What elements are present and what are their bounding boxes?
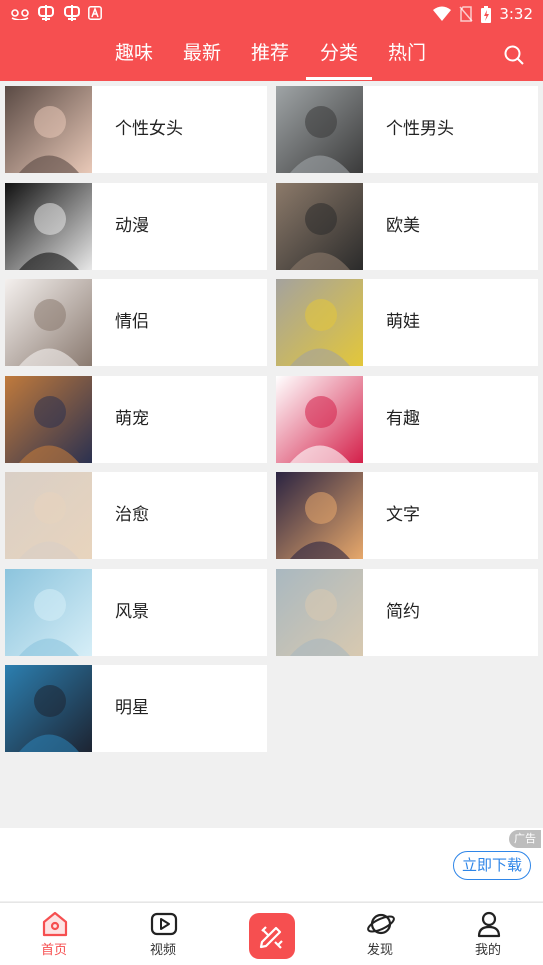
notification-a-icon — [88, 6, 102, 20]
category-card[interactable]: 个性女头 — [5, 86, 267, 173]
category-label: 欧美 — [386, 216, 420, 236]
category-label: 动漫 — [115, 216, 149, 236]
bottom-nav-home[interactable]: 首页 — [14, 903, 94, 965]
category-label: 有趣 — [386, 409, 420, 429]
category-card[interactable]: 欧美 — [276, 183, 538, 270]
wifi-icon — [433, 6, 452, 21]
bottom-nav-label: 视频 — [149, 943, 176, 958]
category-thumbnail — [276, 376, 363, 463]
category-label: 风景 — [115, 602, 149, 622]
battery-icon — [481, 5, 492, 23]
edit-icon — [259, 926, 283, 949]
no-sim-icon — [459, 6, 473, 22]
bottom-nav-label: 首页 — [40, 943, 67, 958]
category-thumbnail — [276, 183, 363, 270]
category-label: 简约 — [386, 602, 420, 622]
category-card[interactable]: 文字 — [276, 472, 538, 559]
bottom-nav-mine[interactable]: 我的 — [448, 903, 528, 965]
category-label: 萌宠 — [115, 409, 149, 429]
bottom-nav-discover[interactable]: 发现 — [340, 903, 420, 965]
status-bar: 3:32 — [0, 0, 543, 28]
category-thumbnail — [276, 86, 363, 173]
planet-icon — [367, 913, 395, 935]
status-time: 3:32 — [499, 5, 533, 23]
app-notification-icon — [11, 9, 29, 20]
bottom-nav-label: 我的 — [474, 943, 501, 958]
category-label: 文字 — [386, 505, 420, 525]
status-right: 3:32 — [433, 4, 533, 24]
category-card[interactable]: 明星 — [5, 665, 267, 752]
notification-bug-icon — [38, 5, 54, 21]
tab-hot[interactable]: 热门 — [388, 40, 426, 66]
create-button[interactable] — [249, 913, 295, 959]
user-icon — [477, 911, 501, 938]
category-label: 情侣 — [115, 312, 149, 332]
category-card[interactable]: 风景 — [5, 569, 267, 656]
category-card[interactable]: 简约 — [276, 569, 538, 656]
category-card[interactable]: 动漫 — [5, 183, 267, 270]
category-card[interactable]: 个性男头 — [276, 86, 538, 173]
notification-bug-icon — [64, 5, 80, 21]
ad-banner: 广告 立即下载 — [0, 828, 543, 901]
category-thumbnail — [5, 279, 92, 366]
category-card[interactable]: 情侣 — [5, 279, 267, 366]
category-thumbnail — [5, 86, 92, 173]
bottom-nav-label: 发现 — [366, 943, 393, 958]
tab-recommend[interactable]: 推荐 — [251, 40, 289, 66]
category-label: 治愈 — [115, 505, 149, 525]
category-label: 个性女头 — [115, 119, 183, 139]
category-thumbnail — [5, 665, 92, 752]
category-card[interactable]: 治愈 — [5, 472, 267, 559]
category-thumbnail — [5, 376, 92, 463]
category-label: 明星 — [115, 698, 149, 718]
category-thumbnail — [276, 472, 363, 559]
category-thumbnail — [5, 183, 92, 270]
bottom-nav: 首页 视频 发现 我的 — [0, 902, 543, 965]
search-icon[interactable] — [502, 43, 526, 67]
category-card[interactable]: 有趣 — [276, 376, 538, 463]
category-thumbnail — [5, 569, 92, 656]
tab-fun[interactable]: 趣味 — [115, 40, 153, 66]
download-now-button[interactable]: 立即下载 — [453, 851, 531, 880]
category-thumbnail — [5, 472, 92, 559]
status-left — [10, 4, 102, 22]
category-card[interactable]: 萌宠 — [5, 376, 267, 463]
category-label: 萌娃 — [386, 312, 420, 332]
video-icon — [150, 912, 178, 936]
tab-latest[interactable]: 最新 — [183, 40, 221, 66]
tab-category[interactable]: 分类 — [305, 40, 373, 80]
top-nav: 趣味 最新 推荐 分类 热门 — [0, 28, 543, 81]
home-icon — [42, 911, 68, 937]
category-thumbnail — [276, 279, 363, 366]
category-label: 个性男头 — [386, 119, 454, 139]
ad-tag: 广告 — [509, 830, 541, 848]
bottom-nav-video[interactable]: 视频 — [123, 903, 203, 965]
category-card[interactable]: 萌娃 — [276, 279, 538, 366]
category-thumbnail — [276, 569, 363, 656]
